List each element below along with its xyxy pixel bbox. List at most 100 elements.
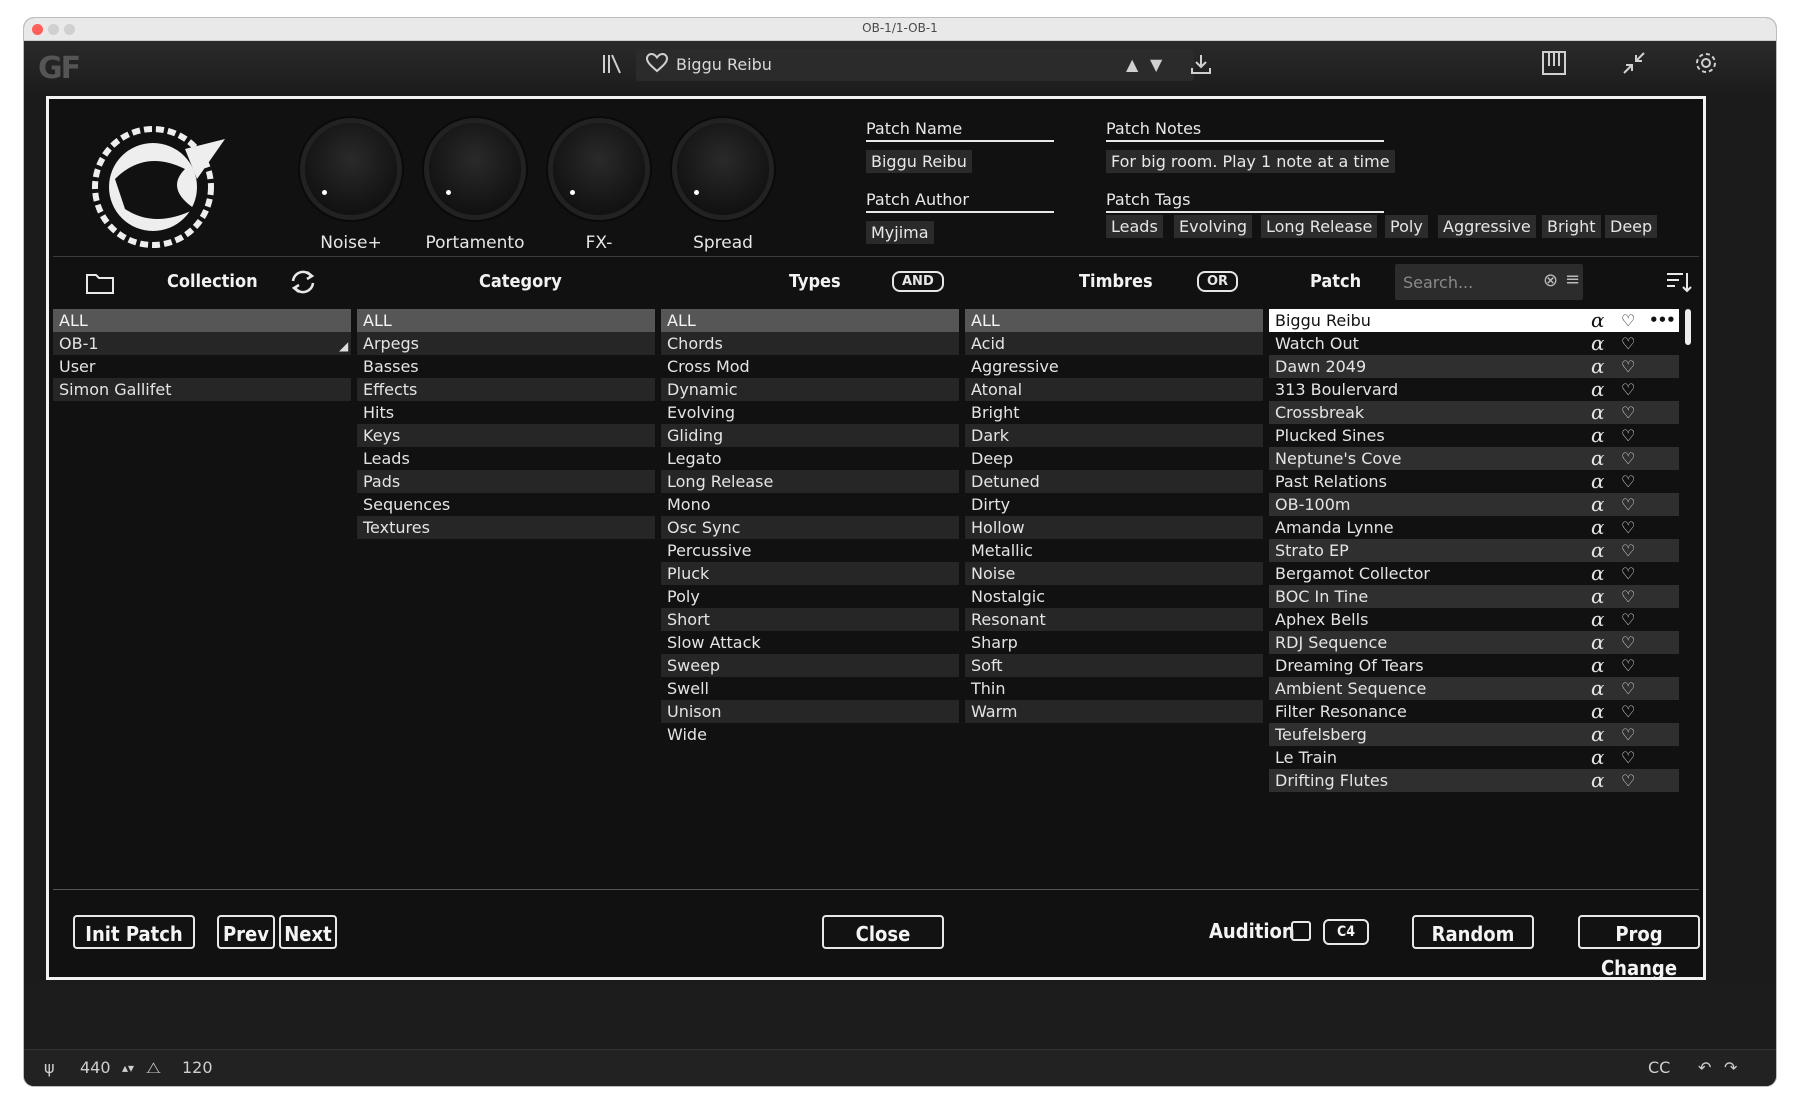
category-item-pads[interactable]: Pads <box>357 470 655 493</box>
favorite-heart-icon[interactable]: ♡ <box>1621 746 1635 769</box>
preset-selector[interactable]: Biggu Reibu ▲ ▼ <box>636 49 1194 81</box>
patch-row[interactable]: Crossbreak α ♡ <box>1269 401 1679 424</box>
type-item-short[interactable]: Short <box>661 608 959 631</box>
knob-fx[interactable]: FX- <box>544 123 654 253</box>
knob-spread[interactable]: Spread <box>668 123 778 253</box>
timbre-item-dirty[interactable]: Dirty <box>965 493 1263 516</box>
type-item-unison[interactable]: Unison <box>661 700 959 723</box>
tuning-stepper-icon[interactable]: ▴▾ <box>122 1061 134 1075</box>
redo-icon[interactable]: ↷ <box>1724 1058 1737 1077</box>
cc-label[interactable]: CC <box>1648 1058 1670 1077</box>
search-input[interactable] <box>1401 270 1545 294</box>
type-item-sweep[interactable]: Sweep <box>661 654 959 677</box>
sort-icon[interactable] <box>1665 271 1693 297</box>
favorite-heart-icon[interactable]: ♡ <box>1621 700 1635 723</box>
arrow-down-icon[interactable]: ▼ <box>1150 55 1162 74</box>
timbre-item-nostalgic[interactable]: Nostalgic <box>965 585 1263 608</box>
random-button[interactable]: Random <box>1412 915 1534 949</box>
timbre-item-soft[interactable]: Soft <box>965 654 1263 677</box>
patch-row[interactable]: Amanda Lynne α ♡ <box>1269 516 1679 539</box>
type-item-all[interactable]: ALL <box>661 309 959 332</box>
favorite-heart-icon[interactable]: ♡ <box>1621 424 1635 447</box>
tempo-value[interactable]: 120 <box>182 1058 213 1077</box>
patch-row[interactable]: Plucked Sines α ♡ <box>1269 424 1679 447</box>
prog-change-button[interactable]: Prog Change <box>1578 915 1700 980</box>
type-item-slow-attack[interactable]: Slow Attack <box>661 631 959 654</box>
patch-row[interactable]: Biggu Reibu α ♡ ••• <box>1269 309 1679 332</box>
patch-name-field[interactable]: Biggu Reibu <box>866 150 972 173</box>
timbre-item-resonant[interactable]: Resonant <box>965 608 1263 631</box>
tag-deep[interactable]: Deep <box>1605 215 1658 238</box>
patch-row[interactable]: Bergamot Collector α ♡ <box>1269 562 1679 585</box>
patch-notes-field[interactable]: For big room. Play 1 note at a time <box>1106 150 1395 173</box>
patch-row[interactable]: Strato EP α ♡ <box>1269 539 1679 562</box>
timbre-item-sharp[interactable]: Sharp <box>965 631 1263 654</box>
category-item-textures[interactable]: Textures <box>357 516 655 539</box>
close-button[interactable]: Close <box>822 915 944 949</box>
category-item-effects[interactable]: Effects <box>357 378 655 401</box>
more-options-icon[interactable]: ••• <box>1649 309 1676 332</box>
collection-expand-icon[interactable]: ◢ <box>339 339 348 353</box>
favorite-heart-icon[interactable]: ♡ <box>1621 447 1635 470</box>
timbre-item-acid[interactable]: Acid <box>965 332 1263 355</box>
audition-note-button[interactable]: C4 <box>1323 919 1369 945</box>
search-box[interactable]: ⊗ ≡ <box>1395 264 1583 300</box>
library-icon[interactable] <box>602 53 622 81</box>
type-item-legato[interactable]: Legato <box>661 447 959 470</box>
type-item-chords[interactable]: Chords <box>661 332 959 355</box>
type-item-pluck[interactable]: Pluck <box>661 562 959 585</box>
tag-poly[interactable]: Poly <box>1385 215 1428 238</box>
timbre-item-dark[interactable]: Dark <box>965 424 1263 447</box>
next-button[interactable]: Next <box>279 915 337 949</box>
patch-row[interactable]: Ambient Sequence α ♡ <box>1269 677 1679 700</box>
search-menu-icon[interactable]: ≡ <box>1565 269 1580 290</box>
category-item-keys[interactable]: Keys <box>357 424 655 447</box>
favorite-heart-icon[interactable]: ♡ <box>1621 355 1635 378</box>
patch-row[interactable]: Drifting Flutes α ♡ <box>1269 769 1679 792</box>
timbre-item-all[interactable]: ALL <box>965 309 1263 332</box>
refresh-icon[interactable] <box>289 269 317 299</box>
timbre-item-warm[interactable]: Warm <box>965 700 1263 723</box>
prev-button[interactable]: Prev <box>217 915 275 949</box>
knob-noise[interactable]: Noise+ <box>296 123 406 253</box>
gear-icon[interactable] <box>1694 51 1718 81</box>
favorite-heart-icon[interactable]: ♡ <box>1621 769 1635 792</box>
type-item-swell[interactable]: Swell <box>661 677 959 700</box>
heart-icon[interactable] <box>645 52 669 79</box>
collection-item-all[interactable]: ALL <box>53 309 351 332</box>
type-item-gliding[interactable]: Gliding <box>661 424 959 447</box>
tag-evolving[interactable]: Evolving <box>1174 215 1253 238</box>
knob-noise-dial[interactable] <box>305 123 397 215</box>
favorite-heart-icon[interactable]: ♡ <box>1621 309 1635 332</box>
favorite-heart-icon[interactable]: ♡ <box>1621 631 1635 654</box>
types-mode-toggle[interactable]: AND <box>892 271 944 292</box>
timbre-item-thin[interactable]: Thin <box>965 677 1263 700</box>
patch-row[interactable]: Dawn 2049 α ♡ <box>1269 355 1679 378</box>
knob-spread-dial[interactable] <box>677 123 769 215</box>
type-item-dynamic[interactable]: Dynamic <box>661 378 959 401</box>
knob-portamento[interactable]: Portamento <box>420 123 530 253</box>
patch-row[interactable]: 313 Boulervard α ♡ <box>1269 378 1679 401</box>
patch-row[interactable]: Neptune's Cove α ♡ <box>1269 447 1679 470</box>
timbre-item-bright[interactable]: Bright <box>965 401 1263 424</box>
timbre-item-atonal[interactable]: Atonal <box>965 378 1263 401</box>
patch-row[interactable]: RDJ Sequence α ♡ <box>1269 631 1679 654</box>
collection-item-user[interactable]: User <box>53 355 351 378</box>
patch-row[interactable]: OB-100m α ♡ <box>1269 493 1679 516</box>
favorite-heart-icon[interactable]: ♡ <box>1621 723 1635 746</box>
type-item-evolving[interactable]: Evolving <box>661 401 959 424</box>
timbre-item-aggressive[interactable]: Aggressive <box>965 355 1263 378</box>
patch-row[interactable]: Aphex Bells α ♡ <box>1269 608 1679 631</box>
favorite-heart-icon[interactable]: ♡ <box>1621 378 1635 401</box>
knob-fx-dial[interactable] <box>553 123 645 215</box>
timbre-item-metallic[interactable]: Metallic <box>965 539 1263 562</box>
patch-row[interactable]: Teufelsberg α ♡ <box>1269 723 1679 746</box>
favorite-heart-icon[interactable]: ♡ <box>1621 401 1635 424</box>
tuning-value[interactable]: 440 <box>80 1058 111 1077</box>
favorite-heart-icon[interactable]: ♡ <box>1621 654 1635 677</box>
type-item-wide[interactable]: Wide <box>661 723 959 746</box>
category-item-sequences[interactable]: Sequences <box>357 493 655 516</box>
patch-row[interactable]: Watch Out α ♡ <box>1269 332 1679 355</box>
patch-row[interactable]: BOC In Tine α ♡ <box>1269 585 1679 608</box>
collapse-icon[interactable] <box>1622 51 1646 81</box>
